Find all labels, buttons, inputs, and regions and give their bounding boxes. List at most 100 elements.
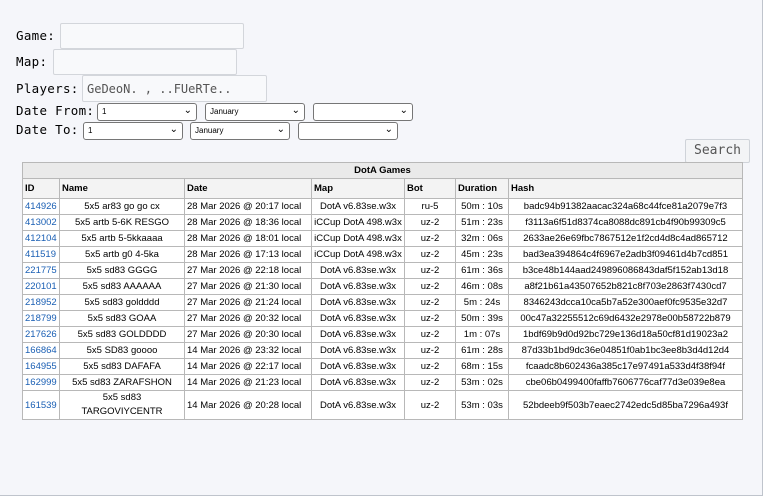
col-header-map: Map — [311, 178, 405, 199]
to-year-select[interactable]: ⌄ — [298, 122, 398, 140]
game-hash: b3ce48b144aad249896086843daf5f152ab13d18 — [508, 262, 743, 279]
game-date: 14 Mar 2026 @ 22:17 local — [184, 358, 312, 375]
game-input[interactable] — [60, 23, 244, 49]
games-table: DotA Games ID Name Date Map Bot Duration… — [22, 162, 743, 420]
game-date: 28 Mar 2026 @ 18:01 local — [184, 230, 312, 247]
game-label: Game: — [16, 28, 56, 43]
game-hash: 2633ae26e69fbc7867512e1f2cd4d8c4ad865712 — [508, 230, 743, 247]
game-bot: uz-2 — [404, 342, 456, 359]
game-hash: 87d33b1bd9dc36e04851f0ab1bc3ee8b3d4d12d4 — [508, 342, 743, 359]
game-map: DotA v6.83se.w3x — [311, 374, 405, 391]
players-input[interactable]: GeDeoN. , ..FUeRTe.. — [82, 75, 267, 102]
game-duration: 68m : 15s — [455, 358, 509, 375]
game-hash: fcaadc8b602436a385c17e97491a533d4f38f94f — [508, 358, 743, 375]
chevron-down-icon: ⌄ — [399, 105, 408, 116]
game-hash: bad3ea394864c4f6967e2adb3f09461d4b7cd851 — [508, 246, 743, 263]
game-hash: 52bdeeb9f503b7eaec2742edc5d85ba7296a493f — [508, 390, 743, 420]
to-day-select[interactable]: 1 ⌄ — [83, 122, 183, 140]
game-bot: uz-2 — [404, 246, 456, 263]
table-row[interactable]: 166864 5x5 SD83 goooo 14 Mar 2026 @ 23:3… — [22, 342, 743, 359]
table-row[interactable]: 161539 5x5 sd83 TARGOVIYCENTR 14 Mar 202… — [22, 390, 743, 420]
game-duration: 61m : 36s — [455, 262, 509, 279]
game-name: 5x5 sd83 goldddd — [59, 294, 185, 311]
col-header-date: Date — [184, 178, 312, 199]
game-bot: uz-2 — [404, 262, 456, 279]
game-name: 5x5 sd83 GGGG — [59, 262, 185, 279]
game-map: DotA v6.83se.w3x — [311, 278, 405, 295]
game-id-link[interactable]: 413002 — [22, 214, 60, 231]
game-id-link[interactable]: 221775 — [22, 262, 60, 279]
game-name: 5x5 artb 5-6K RESGO — [59, 214, 185, 231]
game-duration: 50m : 10s — [455, 198, 509, 215]
game-id-link[interactable]: 166864 — [22, 342, 60, 359]
table-row[interactable]: 164955 5x5 sd83 DAFAFA 14 Mar 2026 @ 22:… — [22, 358, 743, 375]
game-id-link[interactable]: 412104 — [22, 230, 60, 247]
game-bot: uz-2 — [404, 326, 456, 343]
chevron-down-icon: ⌄ — [169, 124, 178, 135]
game-id-link[interactable]: 411519 — [22, 246, 60, 263]
game-map: DotA v6.83se.w3x — [311, 198, 405, 215]
table-row[interactable]: 411519 5x5 artb g0 4-5ka 28 Mar 2026 @ 1… — [22, 246, 743, 263]
col-header-id: ID — [22, 178, 60, 199]
game-name: 5x5 sd83 AAAAAA — [59, 278, 185, 295]
game-date: 14 Mar 2026 @ 21:23 local — [184, 374, 312, 391]
table-row[interactable]: 412104 5x5 artb 5-5kkaaaa 28 Mar 2026 @ … — [22, 230, 743, 247]
game-name: 5x5 ar83 go go cx — [59, 198, 185, 215]
table-caption: DotA Games — [22, 162, 743, 179]
table-row[interactable]: 217626 5x5 sd83 GOLDDDD 27 Mar 2026 @ 20… — [22, 326, 743, 343]
table-row[interactable]: 220101 5x5 sd83 AAAAAA 27 Mar 2026 @ 21:… — [22, 278, 743, 295]
table-row[interactable]: 413002 5x5 artb 5-6K RESGO 28 Mar 2026 @… — [22, 214, 743, 231]
game-name: 5x5 sd83 ZARAFSHON — [59, 374, 185, 391]
game-date: 27 Mar 2026 @ 20:30 local — [184, 326, 312, 343]
game-map: DotA v6.83se.w3x — [311, 326, 405, 343]
game-duration: 53m : 03s — [455, 390, 509, 420]
game-bot: uz-2 — [404, 374, 456, 391]
game-name: 5x5 sd83 GOAA — [59, 310, 185, 327]
game-duration: 46m : 08s — [455, 278, 509, 295]
game-id-link[interactable]: 164955 — [22, 358, 60, 375]
game-id-link[interactable]: 414926 — [22, 198, 60, 215]
from-month-select[interactable]: January ⌄ — [205, 103, 305, 121]
table-row[interactable]: 218952 5x5 sd83 goldddd 27 Mar 2026 @ 21… — [22, 294, 743, 311]
from-month-value: January — [210, 107, 239, 116]
game-map: DotA v6.83se.w3x — [311, 310, 405, 327]
chevron-down-icon: ⌄ — [384, 124, 393, 135]
game-id-link[interactable]: 218799 — [22, 310, 60, 327]
game-duration: 53m : 02s — [455, 374, 509, 391]
game-bot: uz-2 — [404, 214, 456, 231]
col-header-name: Name — [59, 178, 185, 199]
map-input[interactable] — [53, 49, 237, 75]
table-row[interactable]: 221775 5x5 sd83 GGGG 27 Mar 2026 @ 22:18… — [22, 262, 743, 279]
map-label: Map: — [16, 54, 48, 69]
game-hash: cbe06b0499400faffb7606776caf77d3e039e8ea — [508, 374, 743, 391]
game-map: iCCup DotA 498.w3x — [311, 246, 405, 263]
chevron-down-icon: ⌄ — [291, 105, 300, 116]
game-id-link[interactable]: 220101 — [22, 278, 60, 295]
game-id-link[interactable]: 218952 — [22, 294, 60, 311]
search-button[interactable]: Search — [685, 139, 750, 163]
table-row[interactable]: 218799 5x5 sd83 GOAA 27 Mar 2026 @ 20:32… — [22, 310, 743, 327]
game-duration: 51m : 23s — [455, 214, 509, 231]
game-id-link[interactable]: 162999 — [22, 374, 60, 391]
game-hash: a8f21b61a43507652b821c8f703e2863f7430cd7 — [508, 278, 743, 295]
table-row[interactable]: 162999 5x5 sd83 ZARAFSHON 14 Mar 2026 @ … — [22, 374, 743, 391]
game-duration: 61m : 28s — [455, 342, 509, 359]
game-bot: ru-5 — [404, 198, 456, 215]
game-id-link[interactable]: 161539 — [22, 390, 60, 420]
table-header-row: ID Name Date Map Bot Duration Hash — [22, 178, 743, 199]
from-day-select[interactable]: 1 ⌄ — [97, 103, 197, 121]
game-map: iCCup DotA 498.w3x — [311, 214, 405, 231]
from-year-select[interactable]: ⌄ — [313, 103, 413, 121]
game-id-link[interactable]: 217626 — [22, 326, 60, 343]
table-row[interactable]: 414926 5x5 ar83 go go cx 28 Mar 2026 @ 2… — [22, 198, 743, 215]
game-name: 5x5 artb g0 4-5ka — [59, 246, 185, 263]
game-bot: uz-2 — [404, 358, 456, 375]
date-from-label: Date From: — [16, 103, 95, 118]
game-map: DotA v6.83se.w3x — [311, 390, 405, 420]
game-date: 28 Mar 2026 @ 20:17 local — [184, 198, 312, 215]
to-month-select[interactable]: January ⌄ — [190, 122, 290, 140]
game-bot: uz-2 — [404, 230, 456, 247]
game-bot: uz-2 — [404, 390, 456, 420]
game-name: 5x5 artb 5-5kkaaaa — [59, 230, 185, 247]
game-name: 5x5 SD83 goooo — [59, 342, 185, 359]
